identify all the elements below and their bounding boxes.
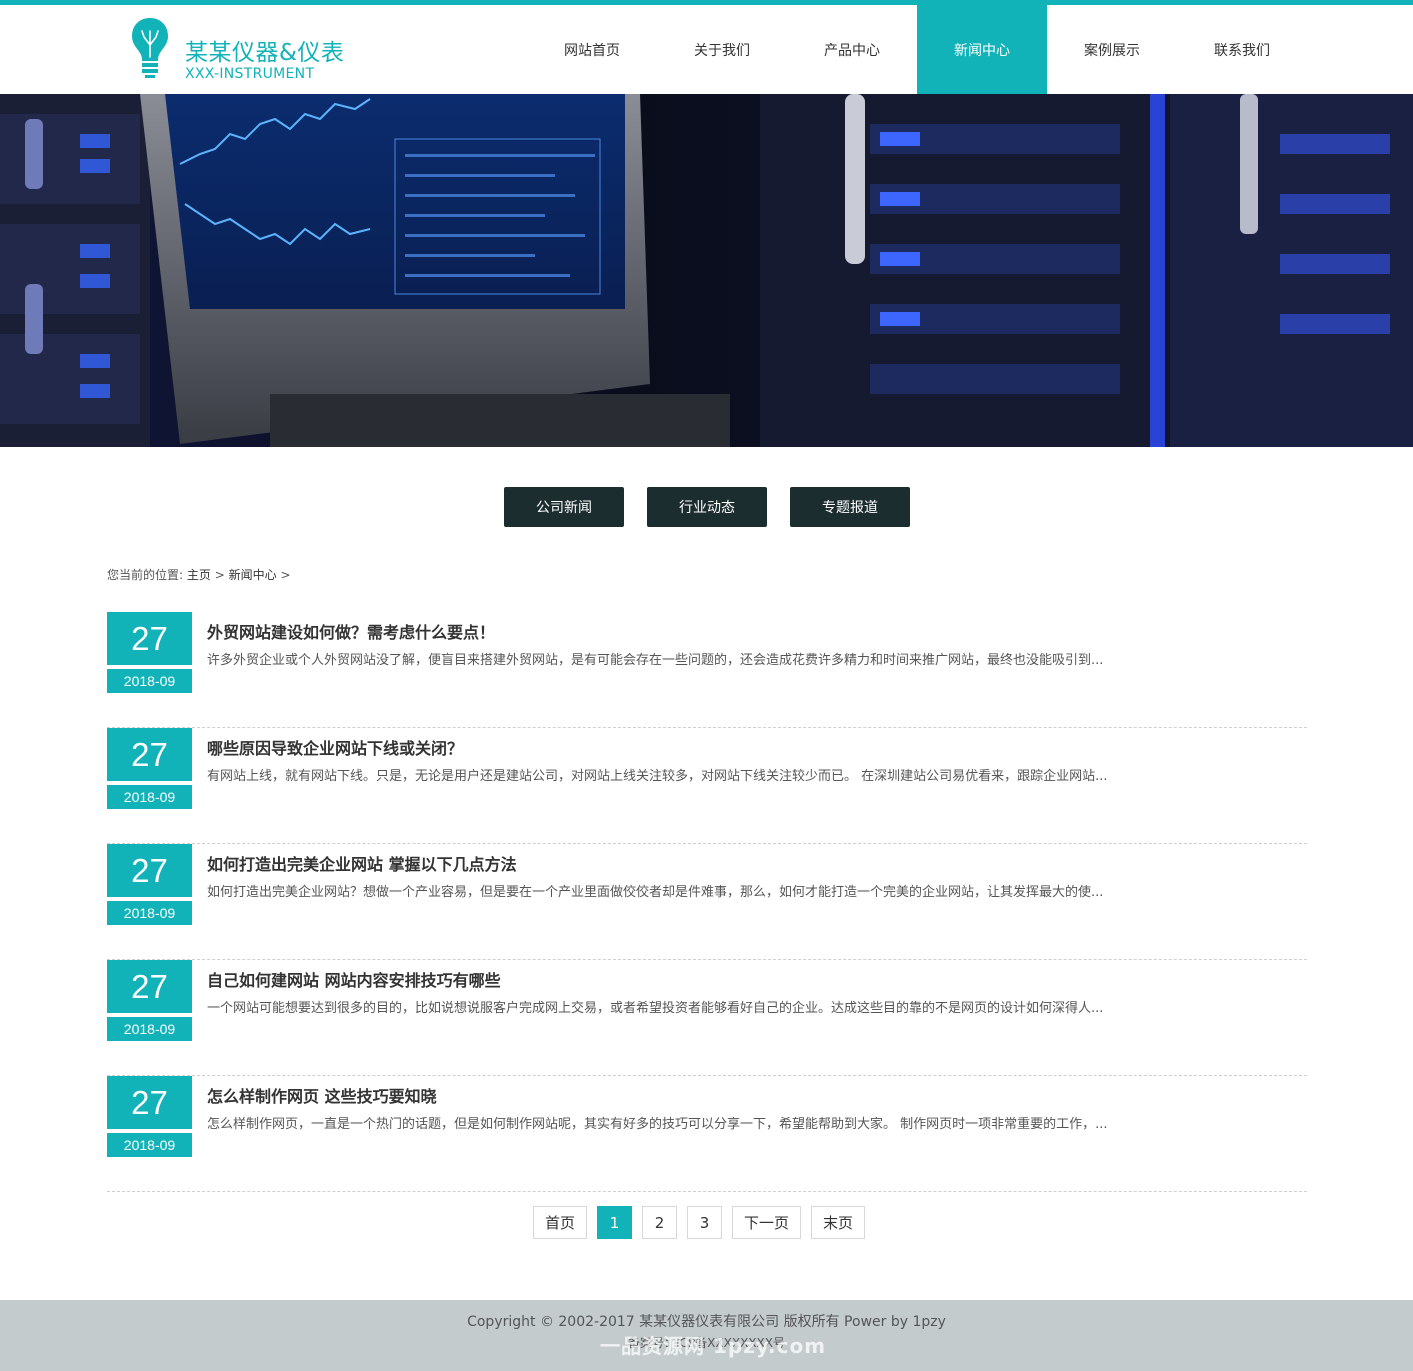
news-title-link[interactable]: 哪些原因导致企业网站下线或关闭？ — [207, 735, 463, 759]
news-date: 27 2018-09 — [107, 960, 192, 1041]
breadcrumb-home[interactable]: 主页 — [187, 568, 211, 582]
pagination: 首页 1 2 3 下一页 末页 — [533, 1206, 866, 1239]
news-item: 27 2018-09 哪些原因导致企业网站下线或关闭？ 有网站上线，就有网站下线… — [107, 728, 1307, 844]
news-item: 27 2018-09 怎么样制作网页 这些技巧要知晓 怎么样制作网页，一直是一个… — [107, 1076, 1307, 1192]
site-logo[interactable]: 某某仪器&仪表 XXX-INSTRUMENT — [130, 15, 370, 85]
news-month: 2018-09 — [107, 669, 192, 693]
news-day: 27 — [107, 728, 192, 781]
pagination-page-3[interactable]: 3 — [687, 1206, 723, 1239]
news-summary: 如何打造出完美企业网站？想做一个产业容易，但是要在一个产业里面做佼佼者却是件难事… — [207, 885, 1104, 900]
logo-subtitle: XXX-INSTRUMENT — [185, 66, 315, 82]
news-date: 27 2018-09 — [107, 612, 192, 693]
nav-contact[interactable]: 联系我们 — [1177, 5, 1307, 94]
nav-news[interactable]: 新闻中心 — [917, 5, 1047, 94]
news-item: 27 2018-09 自己如何建网站 网站内容安排技巧有哪些 一个网站可能想要达… — [107, 960, 1307, 1076]
nav-about[interactable]: 关于我们 — [657, 5, 787, 94]
news-list: 27 2018-09 外贸网站建设如何做？需考虑什么要点！ 许多外贸企业或个人外… — [107, 612, 1307, 1192]
news-summary: 许多外贸企业或个人外贸网站没了解，便盲目来搭建外贸网站，是有可能会存在一些问题的… — [207, 653, 1104, 668]
category-special-reports[interactable]: 专题报道 — [790, 487, 910, 527]
nav-cases[interactable]: 案例展示 — [1047, 5, 1177, 94]
pagination-last[interactable]: 末页 — [811, 1206, 866, 1239]
pagination-first[interactable]: 首页 — [533, 1206, 588, 1239]
news-summary: 有网站上线，就有网站下线。只是，无论是用户还是建站公司，对网站上线关注较多，对网… — [207, 769, 1108, 784]
news-month: 2018-09 — [107, 901, 192, 925]
pagination-next[interactable]: 下一页 — [732, 1206, 802, 1239]
nav-home[interactable]: 网站首页 — [527, 5, 657, 94]
pagination-page-1[interactable]: 1 — [597, 1206, 633, 1239]
server-room-image — [0, 94, 1413, 447]
news-item: 27 2018-09 外贸网站建设如何做？需考虑什么要点！ 许多外贸企业或个人外… — [107, 612, 1307, 728]
news-date: 27 2018-09 — [107, 1076, 192, 1157]
breadcrumb-prefix: 您当前的位置: — [107, 568, 184, 582]
news-title-link[interactable]: 如何打造出完美企业网站 掌握以下几点方法 — [207, 851, 517, 875]
pagination-page-2[interactable]: 2 — [642, 1206, 678, 1239]
lightbulb-icon — [132, 18, 168, 78]
news-summary: 一个网站可能想要达到很多的目的，比如说想说服客户完成网上交易，或者希望投资者能够… — [207, 1001, 1104, 1016]
news-category-tabs: 公司新闻 行业动态 专题报道 — [504, 487, 910, 527]
breadcrumb-separator: > — [280, 568, 291, 582]
footer-copyright: Copyright © 2002-2017 某某仪器仪表有限公司 版权所有 Po… — [467, 1314, 946, 1330]
category-industry-news[interactable]: 行业动态 — [647, 487, 767, 527]
news-date: 27 2018-09 — [107, 728, 192, 809]
news-summary: 怎么样制作网页，一直是一个热门的话题，但是如何制作网站呢，其实有好多的技巧可以分… — [207, 1117, 1108, 1132]
news-item: 27 2018-09 如何打造出完美企业网站 掌握以下几点方法 如何打造出完美企… — [107, 844, 1307, 960]
breadcrumb: 您当前的位置: 主页 > 新闻中心 > — [107, 566, 291, 583]
hero-banner — [0, 94, 1413, 447]
news-date: 27 2018-09 — [107, 844, 192, 925]
logo-name: 某某仪器&仪表 — [185, 40, 345, 66]
news-month: 2018-09 — [107, 1133, 192, 1157]
site-header: 某某仪器&仪表 XXX-INSTRUMENT 网站首页 关于我们 产品中心 新闻… — [0, 5, 1413, 94]
news-title-link[interactable]: 怎么样制作网页 这些技巧要知晓 — [207, 1083, 437, 1107]
watermark-text: 一品资源网 1pzy.com — [600, 1334, 827, 1358]
news-day: 27 — [107, 960, 192, 1013]
news-month: 2018-09 — [107, 1017, 192, 1041]
breadcrumb-news-center[interactable]: 新闻中心 — [229, 568, 277, 582]
news-title-link[interactable]: 自己如何建网站 网站内容安排技巧有哪些 — [207, 967, 501, 991]
site-footer: Copyright © 2002-2017 某某仪器仪表有限公司 版权所有 Po… — [0, 1300, 1413, 1371]
category-company-news[interactable]: 公司新闻 — [504, 487, 624, 527]
news-day: 27 — [107, 612, 192, 665]
news-title-link[interactable]: 外贸网站建设如何做？需考虑什么要点！ — [207, 619, 495, 643]
breadcrumb-separator: > — [214, 568, 225, 582]
news-day: 27 — [107, 1076, 192, 1129]
nav-products[interactable]: 产品中心 — [787, 5, 917, 94]
main-nav: 网站首页 关于我们 产品中心 新闻中心 案例展示 联系我们 — [527, 5, 1307, 94]
news-day: 27 — [107, 844, 192, 897]
news-month: 2018-09 — [107, 785, 192, 809]
